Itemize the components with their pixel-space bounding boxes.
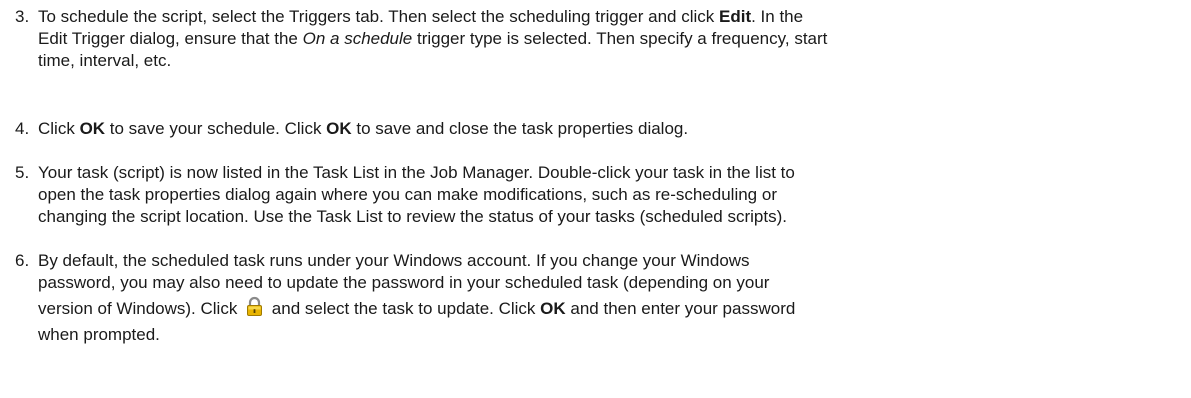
text-line: password, you may also need to update th…: [38, 272, 1178, 294]
text-run: password, you may also need to update th…: [38, 273, 770, 292]
text-line: time, interval, etc.: [38, 50, 1178, 72]
text-run: and then enter your password: [565, 299, 796, 318]
lock-icon: [244, 296, 265, 317]
text-run: time, interval, etc.: [38, 51, 172, 70]
text-run: when prompted.: [38, 325, 160, 344]
text-run: By default, the scheduled task runs unde…: [38, 251, 750, 270]
step-number: 6.: [15, 251, 30, 270]
step-number: 3.: [15, 7, 30, 26]
document-page: 3. To schedule the script, select the Tr…: [0, 0, 1191, 398]
step-text: To schedule the script, select the Trigg…: [38, 6, 1178, 72]
text-run: . In the: [751, 7, 804, 26]
text-line: Your task (script) is now listed in the …: [38, 162, 1178, 184]
text-run: version of Windows). Click: [38, 299, 243, 318]
step-number: 5.: [15, 163, 30, 182]
text-run: to save and close the task properties di…: [351, 119, 689, 138]
italic-term-on-a-schedule: On a schedule: [302, 29, 413, 48]
text-line: open the task properties dialog again wh…: [38, 184, 1178, 206]
text-line: Click OK to save your schedule. Click OK…: [38, 118, 1178, 140]
text-run: changing the script location. Use the Ta…: [38, 207, 787, 226]
text-line: version of Windows). Click and select th…: [38, 294, 1178, 324]
text-run: trigger type is selected. Then specify a…: [412, 29, 828, 48]
text-line: when prompted.: [38, 324, 1178, 346]
text-line: Edit Trigger dialog, ensure that the On …: [38, 28, 1178, 50]
text-run: To schedule the script, select the Trigg…: [38, 7, 719, 26]
text-run: and select the task to update. Click: [267, 299, 541, 318]
text-line: changing the script location. Use the Ta…: [38, 206, 1178, 228]
bold-term-edit: Edit: [719, 7, 752, 26]
text-line: To schedule the script, select the Trigg…: [38, 6, 1178, 28]
text-run: Edit Trigger dialog, ensure that the: [38, 29, 303, 48]
text-run: Click: [38, 119, 80, 138]
step-text: By default, the scheduled task runs unde…: [38, 250, 1178, 346]
bold-term-ok: OK: [540, 299, 566, 318]
step-text: Click OK to save your schedule. Click OK…: [38, 118, 1178, 140]
step-number: 4.: [15, 119, 30, 138]
text-line: By default, the scheduled task runs unde…: [38, 250, 1178, 272]
bold-term-ok: OK: [79, 119, 106, 138]
bold-term-ok: OK: [326, 119, 352, 138]
step-text: Your task (script) is now listed in the …: [38, 162, 1178, 228]
text-run: to save your schedule. Click: [105, 119, 327, 138]
text-run: open the task properties dialog again wh…: [38, 185, 777, 204]
text-run: Your task (script) is now listed in the …: [38, 163, 795, 182]
